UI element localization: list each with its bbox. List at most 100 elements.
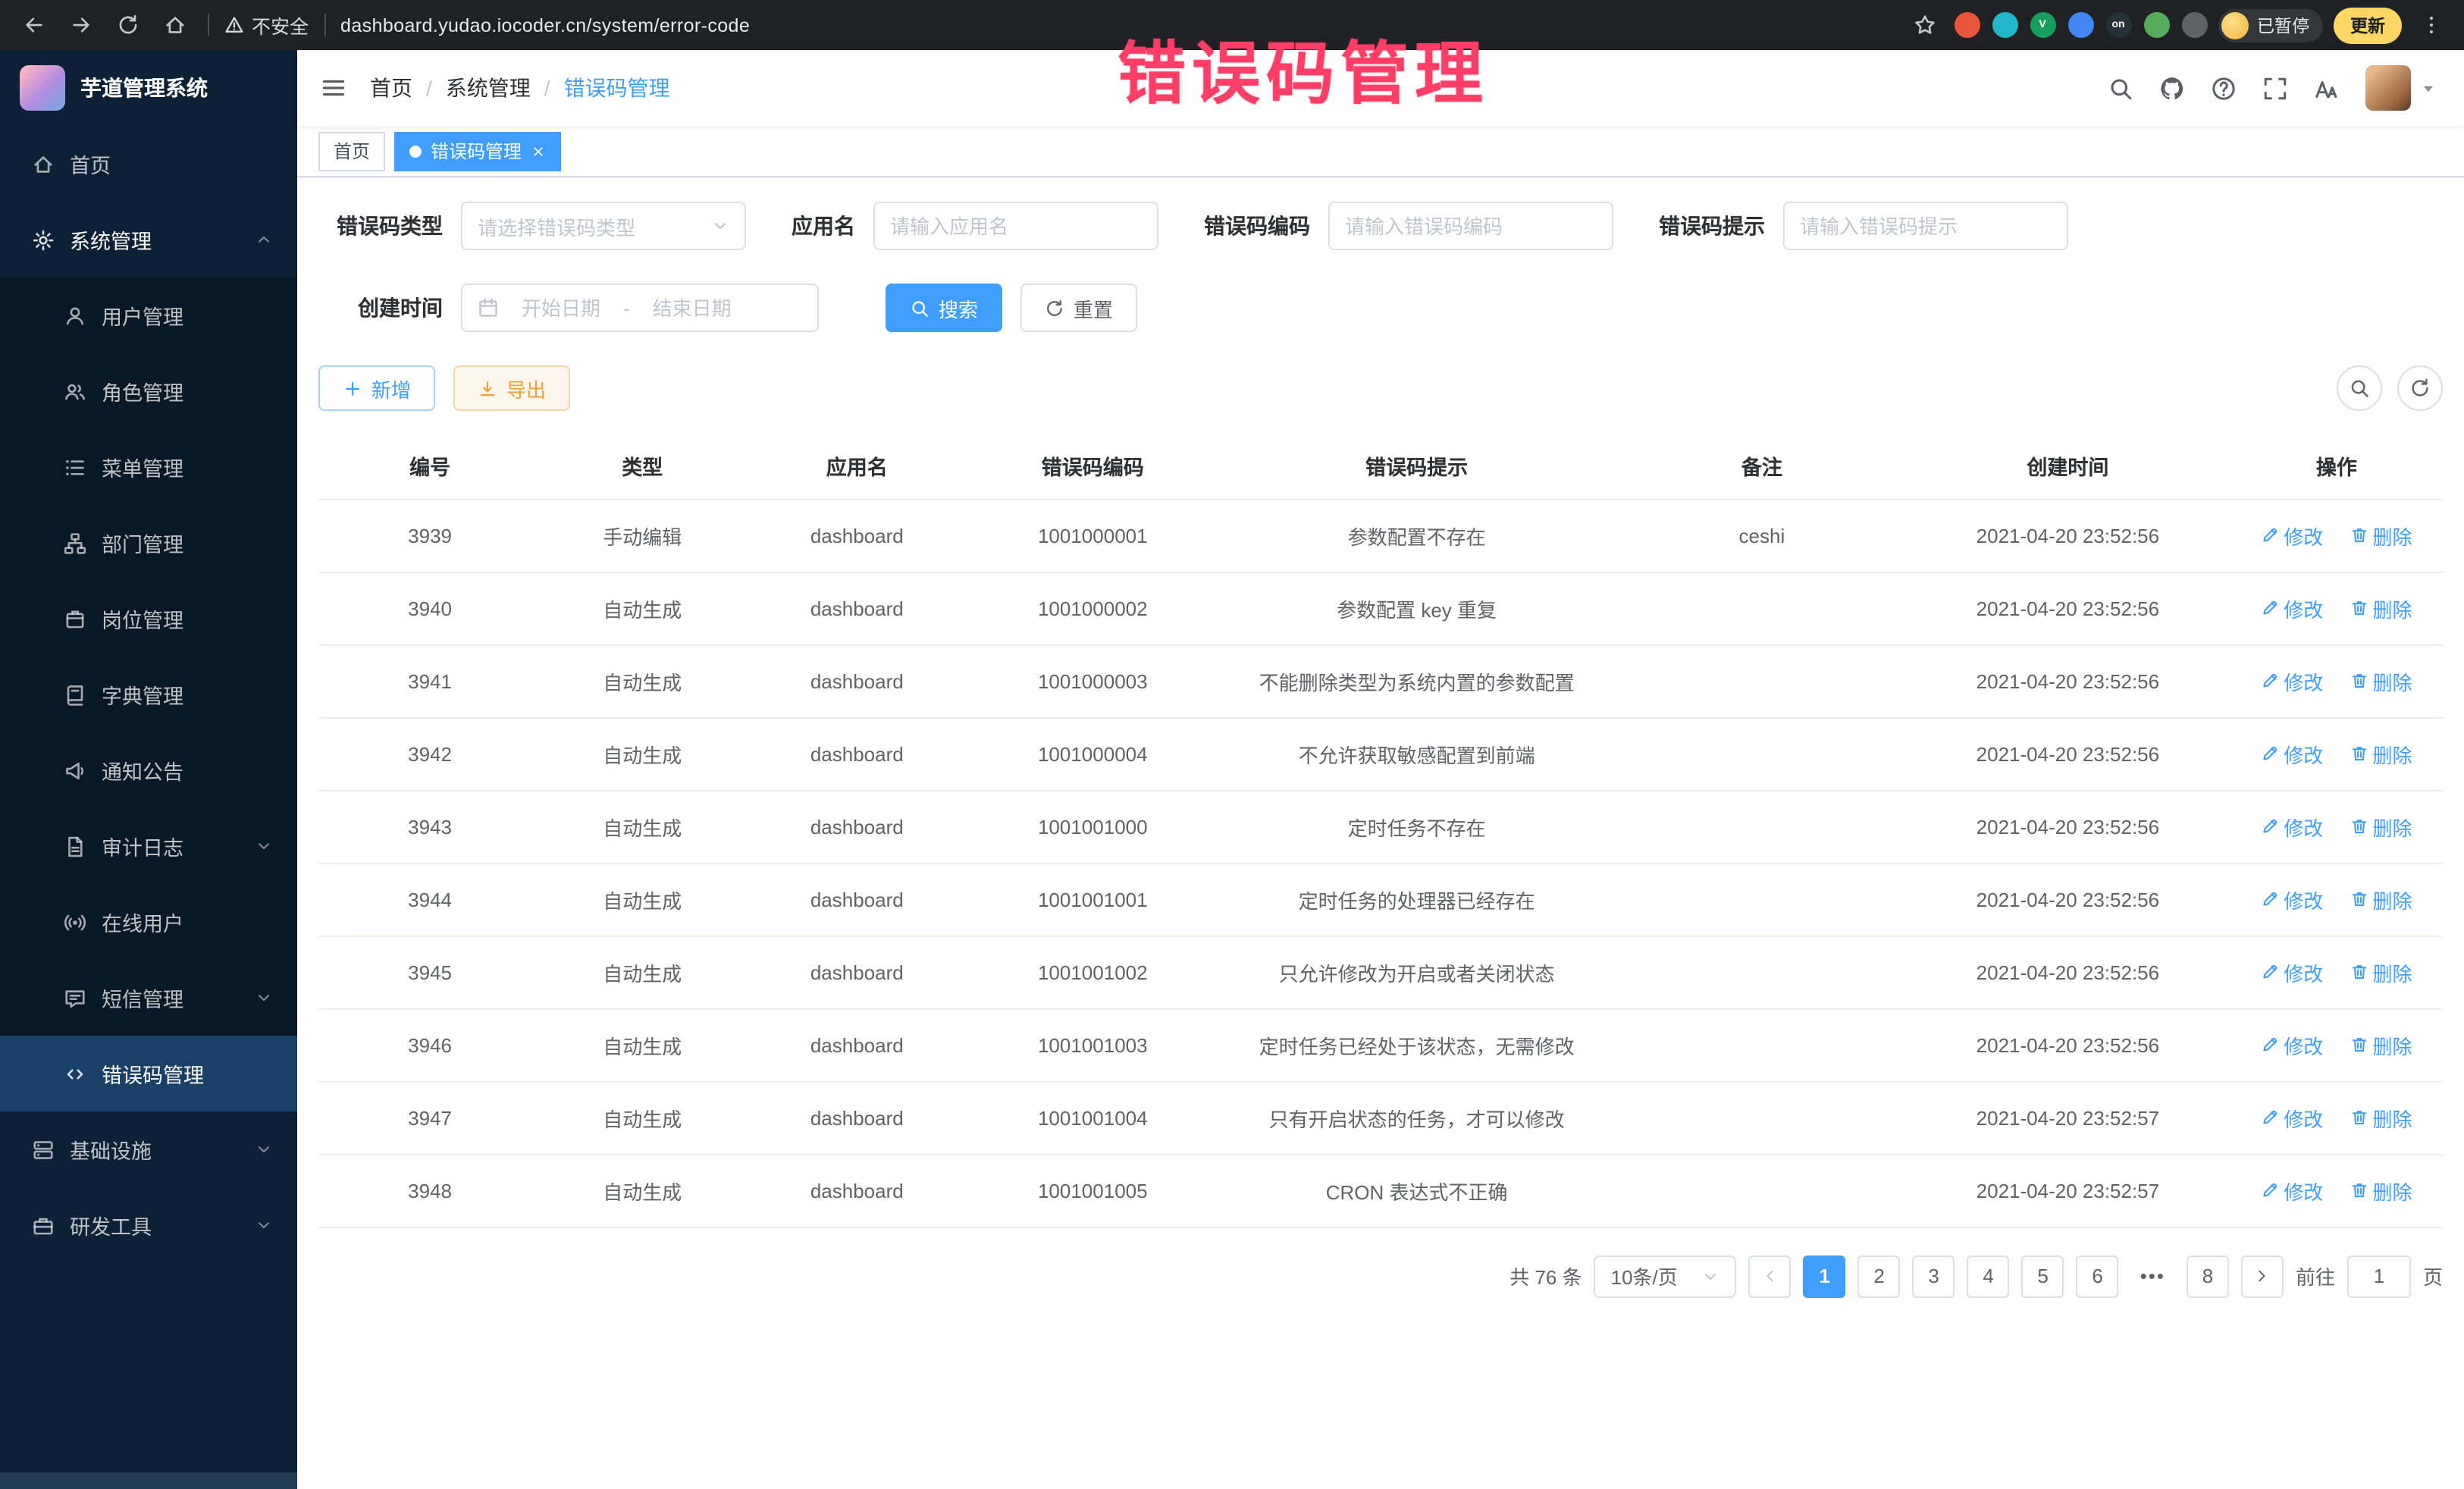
header-search-icon[interactable] — [2108, 75, 2133, 101]
browser-reload-button[interactable] — [109, 7, 146, 43]
cell-app: dashboard — [743, 499, 970, 572]
extension-icon[interactable] — [1954, 12, 1980, 38]
page-button[interactable]: 2 — [1858, 1255, 1901, 1297]
edit-link[interactable]: 修改 — [2261, 958, 2323, 986]
edit-link[interactable]: 修改 — [2261, 739, 2323, 768]
extension-icon[interactable]: V — [2030, 12, 2055, 38]
sidebar-item[interactable]: 部门管理 — [0, 505, 297, 581]
reset-button[interactable]: 重置 — [1020, 284, 1137, 332]
delete-link[interactable]: 删除 — [2350, 885, 2412, 914]
security-chip[interactable]: 不安全 — [224, 11, 309, 39]
edit-link[interactable]: 修改 — [2261, 594, 2323, 622]
fullscreen-icon[interactable] — [2262, 75, 2288, 101]
add-button[interactable]: 新增 — [318, 365, 435, 411]
delete-link[interactable]: 删除 — [2350, 1103, 2412, 1132]
extension-icon[interactable] — [2067, 12, 2093, 38]
sidebar-item[interactable]: 菜单管理 — [0, 429, 297, 505]
error-code-input[interactable] — [1345, 215, 1597, 237]
goto-page-input[interactable] — [2347, 1255, 2411, 1297]
extension-icon[interactable] — [2143, 12, 2169, 38]
app-name-input[interactable] — [890, 215, 1142, 237]
extension-icon[interactable] — [1992, 12, 2017, 38]
sidebar-item[interactable]: 系统管理 — [0, 202, 297, 277]
start-date-input[interactable] — [508, 296, 614, 319]
cell-type: 自动生成 — [541, 790, 743, 863]
sidebar-item[interactable]: 通知公告 — [0, 732, 297, 808]
delete-link[interactable]: 删除 — [2350, 1176, 2412, 1205]
sidebar-item[interactable]: 研发工具 — [0, 1187, 297, 1263]
cell-hint: 定时任务不存在 — [1215, 790, 1618, 863]
help-icon[interactable] — [2211, 75, 2237, 101]
edit-link[interactable]: 修改 — [2261, 1103, 2323, 1132]
edit-link[interactable]: 修改 — [2261, 1030, 2323, 1059]
sidebar-item[interactable]: 首页 — [0, 126, 297, 202]
sidebar-item[interactable]: 审计日志 — [0, 808, 297, 884]
extension-icon[interactable]: on — [2105, 12, 2131, 38]
edit-link[interactable]: 修改 — [2261, 812, 2323, 841]
error-type-select[interactable]: 请选择错误码类型 — [461, 202, 746, 250]
delete-link[interactable]: 删除 — [2350, 1030, 2412, 1059]
end-date-input[interactable] — [639, 296, 745, 319]
edit-link[interactable]: 修改 — [2261, 521, 2323, 550]
sidebar-toggle-button[interactable] — [297, 74, 370, 102]
browser-back-button[interactable] — [15, 7, 52, 43]
toggle-search-button[interactable] — [2337, 365, 2382, 411]
prev-page-button[interactable] — [1749, 1255, 1792, 1297]
sidebar-logo[interactable]: 芋道管理系统 — [0, 50, 297, 126]
sidebar-scrollbar[interactable] — [0, 1472, 297, 1489]
page-button[interactable]: 3 — [1913, 1255, 1955, 1297]
page-button[interactable]: 1 — [1804, 1255, 1846, 1297]
sidebar-item-label: 基础设施 — [70, 1134, 152, 1165]
delete-link[interactable]: 删除 — [2350, 812, 2412, 841]
cell-created: 2021-04-20 23:52:56 — [1905, 499, 2230, 572]
sidebar-item[interactable]: 字典管理 — [0, 657, 297, 732]
url-text[interactable]: dashboard.yudao.iocoder.cn/system/error-… — [340, 14, 750, 36]
next-page-button[interactable] — [2241, 1255, 2284, 1297]
sidebar-item[interactable]: 错误码管理 — [0, 1036, 297, 1111]
breadcrumb-item[interactable]: 错误码管理 — [564, 73, 670, 103]
browser-update-button[interactable]: 更新 — [2334, 7, 2402, 43]
cell-id: 3945 — [318, 936, 541, 1008]
sidebar-item[interactable]: 角色管理 — [0, 353, 297, 429]
breadcrumb-item[interactable]: 首页 — [370, 73, 412, 103]
font-size-icon[interactable] — [2314, 75, 2340, 101]
edit-link[interactable]: 修改 — [2261, 885, 2323, 914]
sidebar-item[interactable]: 用户管理 — [0, 277, 297, 353]
edit-icon — [2261, 890, 2279, 908]
tab[interactable]: 首页 — [318, 131, 385, 171]
delete-link[interactable]: 删除 — [2350, 739, 2412, 768]
breadcrumb-item[interactable]: 系统管理 — [446, 73, 531, 103]
bookmark-star-icon[interactable] — [1907, 7, 1943, 43]
tab[interactable]: 错误码管理 — [394, 131, 561, 171]
extension-icon[interactable] — [2181, 12, 2207, 38]
edit-link[interactable]: 修改 — [2261, 666, 2323, 695]
delete-link[interactable]: 删除 — [2350, 958, 2412, 986]
error-hint-input[interactable] — [1800, 215, 2052, 237]
cell-operations: 修改 删除 — [2230, 499, 2443, 572]
delete-link[interactable]: 删除 — [2350, 521, 2412, 550]
user-menu[interactable] — [2365, 65, 2437, 111]
page-button[interactable]: 5 — [2022, 1255, 2064, 1297]
browser-profile-chip[interactable]: 已暂停 — [2218, 8, 2323, 42]
refresh-table-button[interactable] — [2397, 365, 2443, 411]
page-button[interactable]: 4 — [1967, 1255, 2010, 1297]
edit-link[interactable]: 修改 — [2261, 1176, 2323, 1205]
github-icon[interactable] — [2159, 75, 2185, 101]
browser-forward-button[interactable] — [62, 7, 99, 43]
sidebar-item[interactable]: 岗位管理 — [0, 581, 297, 657]
page-button[interactable]: 8 — [2187, 1255, 2229, 1297]
delete-link[interactable]: 删除 — [2350, 666, 2412, 695]
sidebar-item[interactable]: 基础设施 — [0, 1111, 297, 1187]
sidebar-item[interactable]: 短信管理 — [0, 960, 297, 1036]
delete-link[interactable]: 删除 — [2350, 594, 2412, 622]
page-button[interactable]: ••• — [2131, 1255, 2174, 1297]
close-icon[interactable] — [531, 143, 546, 158]
sidebar-item[interactable]: 在线用户 — [0, 884, 297, 960]
export-button[interactable]: 导出 — [453, 365, 570, 411]
kebab-menu-icon[interactable] — [2412, 7, 2449, 43]
page-button[interactable]: 6 — [2077, 1255, 2119, 1297]
browser-home-button[interactable] — [156, 7, 193, 43]
search-button[interactable]: 搜索 — [886, 284, 1002, 332]
page-size-select[interactable]: 10条/页 — [1594, 1255, 1737, 1297]
date-range-picker[interactable]: - — [461, 284, 819, 332]
